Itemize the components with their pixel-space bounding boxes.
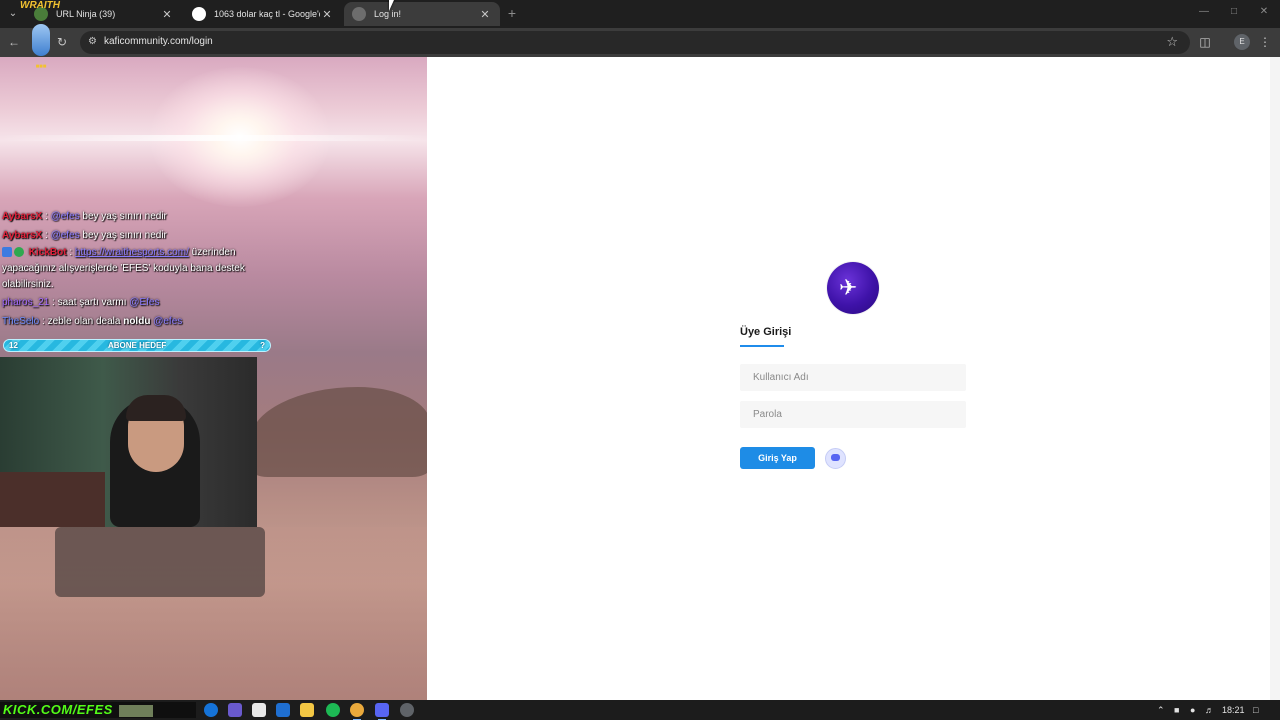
login-button[interactable]: Giriş Yap [740,447,815,469]
login-page: ✈ Üye Girişi Giriş Yap [427,57,1280,700]
discord-taskbar-icon[interactable] [375,703,389,720]
figurines-shelf [0,472,105,527]
outlook-icon[interactable] [276,703,290,717]
mouse-caption-logo: ■■■ [35,64,47,70]
stream-chat: AybarsX : @efes bey yaş sınırı nedir Ayb… [2,207,282,331]
store-icon[interactable] [252,703,266,717]
site-logo: ✈ [827,262,879,314]
reload-icon[interactable]: ↻ [54,35,70,49]
streamer-hair [126,395,186,421]
chat-message: pharos_21 : saat şartı varmı @Efes [2,297,160,308]
subscriber-goal-bar: 12 ABONE HEDEF ? [3,339,271,352]
verified-badge-icon [14,247,24,258]
chat-message: AybarsX : @efes bey yaş sınırı nedir [2,211,167,222]
site-settings-icon[interactable]: ⚙ [88,36,97,47]
streamer-webcam [0,357,257,527]
chat-message: KickBot : https://wraithesports.com/ üze… [2,247,245,290]
page-scrollbar[interactable] [1270,57,1280,700]
bookmark-star-icon[interactable]: ☆ [1166,34,1178,50]
close-icon[interactable]: ✕ [160,8,174,21]
maximize-icon[interactable]: □ [1227,6,1241,17]
sub-goal-label: ABONE HEDEF [108,341,167,350]
new-tab-button[interactable]: + [504,5,520,21]
chat-message: AybarsX : @efes bey yaş sınırı nedir [2,230,167,241]
window-close-icon[interactable]: ✕ [1257,6,1271,17]
minimize-icon[interactable]: — [1197,6,1211,17]
island-rocks [250,387,427,477]
browser-menu-icon[interactable]: ⋮ [1257,35,1273,49]
globe-favicon-icon [352,7,366,21]
login-title: Üye Girişi [740,326,792,338]
discord-login-button[interactable] [825,448,846,469]
sub-goal-target: ? [260,341,265,350]
settings-icon[interactable] [400,703,414,717]
back-icon[interactable]: ← [6,35,22,49]
extensions-icon[interactable]: ◫ [1197,35,1213,49]
tab-label: 1063 dolar kaç tl - Google'da A [214,9,320,19]
username-field[interactable] [740,364,966,391]
close-icon[interactable]: ✕ [478,8,492,21]
browser-toolbar: ← → ↻ ⚙ kaficommunity.com/login ☆ ◫ E ⋮ [0,28,1280,57]
chevron-up-icon[interactable]: ⌃ [1157,703,1165,717]
kick-channel-banner: KICK.COM/EFES [0,702,196,718]
notification-icon[interactable]: □ [1253,703,1258,717]
chat-message: TheSelo : zeble olan deala noldu @efes [2,316,183,327]
password-field[interactable] [740,401,966,428]
gaming-mouse-icon [32,24,50,56]
file-explorer-icon[interactable] [300,703,314,717]
chrome-icon[interactable] [350,703,364,720]
sub-goal-current: 12 [9,341,18,350]
wraith-logo: WRAITH [20,0,60,11]
tab-label: URL Ninja (39) [56,9,116,19]
profile-avatar[interactable]: E [1234,34,1250,50]
address-bar[interactable]: ⚙ kaficommunity.com/login ☆ [80,31,1190,54]
clock-time[interactable]: 18:21 [1222,703,1245,717]
tab-google-search[interactable]: 1063 dolar kaç tl - Google'da A ✕ [184,2,342,26]
google-favicon-icon [192,7,206,21]
close-icon[interactable]: ✕ [320,8,334,21]
bot-badge-icon [2,247,12,258]
discord-icon [831,454,840,461]
url-text[interactable]: kaficommunity.com/login [104,36,213,47]
stream-overlay: AybarsX : @efes bey yaş sınırı nedir Ayb… [0,57,427,700]
lighthouse-base [55,527,265,597]
spotify-icon[interactable] [326,703,340,717]
airplane-icon: ✈ [839,275,858,300]
login-title-underline [740,345,784,347]
network-icon[interactable]: ■ [1174,703,1179,717]
microphone-icon[interactable]: ● [1190,703,1195,717]
copilot-icon[interactable] [228,703,242,717]
volume-icon[interactable]: ♬ [1205,703,1214,717]
tab-login[interactable]: Log in! ✕ [344,2,500,26]
browser-tab-strip: ⌄ URL Ninja (39) ✕ 1063 dolar kaç tl - G… [0,0,1280,28]
edge-icon[interactable] [204,703,218,717]
lens-flare [0,135,427,141]
windows-taskbar: KICK.COM/EFES ⌃ ■ ● ♬ 18:21 □ [0,700,1280,720]
mouse-cursor [389,0,399,11]
